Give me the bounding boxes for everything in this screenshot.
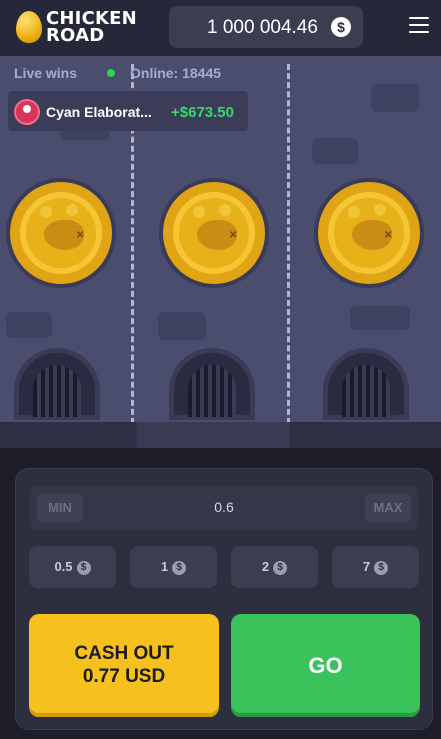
- game-board: Live wins Online: 18445 Cyan Elaborat...…: [0, 56, 441, 422]
- online-status-dot: [107, 69, 115, 77]
- cash-out-button[interactable]: CASH OUT 0.77 USD: [29, 614, 219, 717]
- coin-face: ✕: [20, 192, 102, 274]
- coin-face: ✕: [328, 192, 410, 274]
- chicken-coin-lane-3[interactable]: ✕: [314, 178, 424, 288]
- roast-chicken-icon: ✕: [193, 206, 237, 250]
- live-wins-label: Live wins: [14, 65, 78, 81]
- wall-brick: [6, 312, 52, 338]
- sewer-gate: [14, 348, 100, 420]
- hamburger-menu-icon[interactable]: [409, 17, 429, 33]
- cash-out-amount: 0.77 USD: [82, 666, 166, 687]
- winner-name: Cyan Elaborat...: [46, 104, 152, 120]
- quick-bet-chip[interactable]: 2 $: [231, 546, 318, 588]
- dollar-coin-icon: $: [331, 17, 351, 37]
- win-amount: +$673.50: [171, 104, 234, 121]
- sewer-gate: [323, 348, 409, 420]
- road-curb: [0, 422, 441, 448]
- dollar-icon: $: [374, 561, 389, 575]
- chicken-coin-lane-1[interactable]: ✕: [6, 178, 116, 288]
- bet-amount-input[interactable]: MIN 0.6 MAX: [30, 486, 418, 530]
- chicken-coin-lane-2[interactable]: ✕: [159, 178, 269, 288]
- quick-bet-chip[interactable]: 1 $: [130, 546, 217, 588]
- bet-control-panel: MIN 0.6 MAX 0.5 $ 1 $ 2 $ 7 $ CASH OUT 0.77 …: [15, 468, 433, 730]
- bet-value[interactable]: 0.6: [30, 499, 418, 515]
- wall-brick: [158, 312, 206, 340]
- chip-value: 7: [362, 559, 371, 574]
- wall-brick: [350, 306, 410, 330]
- game-logo: CHICKEN ROAD: [46, 10, 137, 46]
- dollar-icon: $: [76, 561, 91, 575]
- recent-win-item: Cyan Elaborat... +$673.50: [8, 91, 248, 131]
- golden-egg-logo-icon: [16, 11, 42, 43]
- balance-display[interactable]: 1 000 004.46 $: [169, 6, 363, 48]
- top-bar: CHICKEN ROAD 1 000 004.46 $: [0, 0, 441, 56]
- max-bet-button[interactable]: MAX: [365, 493, 411, 523]
- quick-bet-chip[interactable]: 0.5 $: [29, 546, 116, 588]
- quick-bet-chip[interactable]: 7 $: [332, 546, 419, 588]
- roast-chicken-icon: ✕: [348, 206, 392, 250]
- wall-brick: [312, 138, 358, 164]
- logo-line-2: ROAD: [46, 25, 105, 46]
- balance-value: 1 000 004.46: [207, 17, 318, 38]
- dollar-icon: $: [273, 561, 288, 575]
- sewer-gate: [169, 348, 255, 420]
- chip-value: 1: [160, 559, 169, 574]
- chip-value: 0.5: [54, 559, 73, 574]
- lane-divider: [287, 64, 290, 422]
- player-avatar: [14, 99, 40, 125]
- go-button[interactable]: GO: [231, 614, 420, 717]
- wall-brick: [371, 84, 419, 112]
- coin-face: ✕: [173, 192, 255, 274]
- cash-out-label: CASH OUT: [74, 643, 174, 664]
- online-count: Online: 18445: [130, 65, 222, 81]
- dollar-icon: $: [172, 561, 187, 575]
- roast-chicken-icon: ✕: [40, 206, 84, 250]
- chip-value: 2: [261, 559, 270, 574]
